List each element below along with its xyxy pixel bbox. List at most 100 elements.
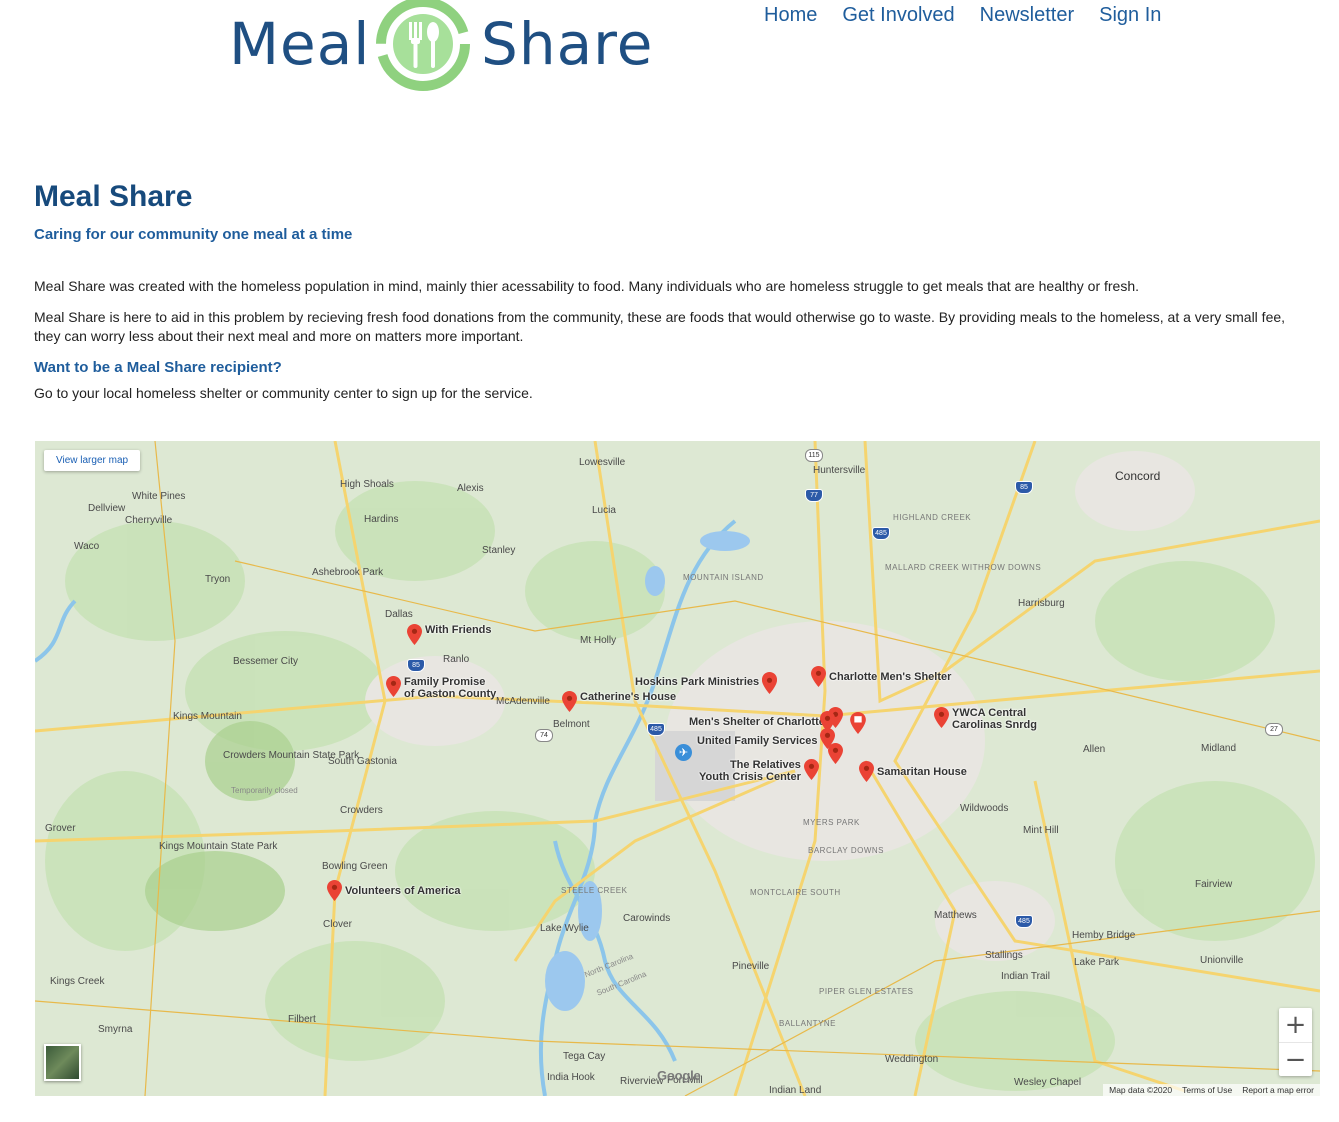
place-label: Mt Holly: [580, 635, 617, 646]
place-label: Matthews: [934, 910, 977, 921]
place-label: Tryon: [205, 574, 231, 585]
embedded-map[interactable]: Lowesville Huntersville Concord White Pi…: [35, 441, 1320, 1096]
nav-newsletter-link[interactable]: Newsletter: [980, 4, 1074, 27]
place-label: Lowesville: [579, 457, 626, 468]
interstate-485-shield-icon: 485: [647, 723, 665, 736]
place-label: Wildwoods: [960, 803, 1009, 814]
map-pin-icon[interactable]: [828, 743, 843, 764]
place-label: Smyrna: [98, 1024, 133, 1035]
map-pin-icon: [386, 676, 401, 697]
map-marker-hoskins-park[interactable]: Hoskins Park Ministries: [635, 672, 778, 693]
meal-share-logo[interactable]: Meal Share: [229, 0, 652, 96]
map-marker-ywca[interactable]: YWCA Central Carolinas Snrdg: [934, 707, 1037, 731]
place-label: Alexis: [457, 483, 484, 494]
place-label: Filbert: [288, 1014, 316, 1025]
zoom-out-button[interactable]: −: [1279, 1042, 1312, 1077]
place-label: Fairview: [1195, 879, 1233, 890]
place-label: Bessemer City: [233, 656, 299, 667]
place-label: Indian Land: [769, 1085, 822, 1096]
place-label: Carowinds: [623, 913, 671, 924]
interstate-485-shield-icon: 485: [1015, 915, 1033, 928]
museum-pin-icon[interactable]: [850, 712, 866, 734]
place-label: Hardins: [364, 514, 399, 525]
place-label: Belmont: [553, 719, 590, 730]
map-marker-label: Charlotte Men's Shelter: [829, 671, 952, 683]
place-label: Myers Park: [803, 818, 860, 827]
zoom-control: + −: [1279, 1008, 1312, 1076]
map-marker-label: With Friends: [425, 624, 492, 636]
map-marker-samaritan-house[interactable]: Samaritan House: [859, 761, 967, 782]
place-label: Mallard Creek Withrow Downs: [885, 563, 1042, 572]
map-marker-family-promise[interactable]: Family Promise of Gaston County: [386, 676, 496, 700]
intro-paragraph: Meal Share was created with the homeless…: [34, 278, 1140, 294]
map-pin-icon: [811, 666, 826, 687]
map-pin-icon: [934, 707, 949, 728]
map-marker-label: United Family Services: [697, 735, 818, 747]
place-label: Barclay Downs: [808, 846, 884, 855]
map-marker-the-relatives[interactable]: The Relatives Youth Crisis Center: [699, 759, 819, 783]
place-label: Highland Creek: [893, 513, 972, 522]
map-marker-label: Samaritan House: [877, 766, 967, 778]
place-label: McAdenville: [496, 696, 550, 707]
place-label: Indian Trail: [1001, 971, 1050, 982]
place-label: Unionville: [1200, 955, 1244, 966]
nav-sign-in-link[interactable]: Sign In: [1099, 4, 1161, 27]
route-shield-icon: 115: [805, 449, 823, 462]
place-label: Ballantyne: [779, 1019, 837, 1028]
map-marker-catherines-house[interactable]: Catherine's House: [562, 691, 676, 712]
report-map-error-link[interactable]: Report a map error: [1242, 1085, 1314, 1095]
place-label: Lucia: [592, 505, 616, 516]
map-marker-charlotte-mens-shelter[interactable]: Charlotte Men's Shelter: [811, 666, 951, 687]
fork-spoon-logo-icon: [376, 0, 470, 91]
map-pin-icon: [859, 761, 874, 782]
map-marker-label: YWCA Central Carolinas Snrdg: [952, 707, 1037, 731]
place-label: Dellview: [88, 503, 126, 514]
map-attribution: Map data ©2020 Terms of Use Report a map…: [1103, 1084, 1320, 1096]
place-label: White Pines: [132, 491, 186, 502]
page-title: Meal Share: [34, 180, 193, 213]
place-label: Clover: [323, 919, 352, 930]
place-label: Grover: [45, 823, 76, 834]
place-label: Cherryville: [125, 515, 173, 526]
interstate-85-shield-icon: 85: [407, 659, 425, 672]
place-label: Pineville: [732, 961, 770, 972]
nav-get-involved-link[interactable]: Get Involved: [842, 4, 954, 27]
place-label: Steele Creek: [561, 886, 628, 895]
place-label: India Hook: [547, 1072, 595, 1083]
place-label: Waco: [74, 541, 100, 552]
satellite-toggle-button[interactable]: [44, 1044, 81, 1081]
map-pin-icon: [327, 880, 342, 901]
zoom-in-button[interactable]: +: [1279, 1008, 1312, 1042]
google-logo: Google: [657, 1068, 701, 1083]
main-content: Meal Share Caring for our community one …: [34, 180, 1314, 401]
logo-word-share: Share: [481, 10, 654, 78]
map-pin-icon[interactable]: [820, 711, 835, 732]
view-larger-map-link[interactable]: View larger map: [44, 450, 141, 471]
place-label: Lake Wylie: [540, 923, 589, 934]
route-shield-icon: 27: [1265, 723, 1283, 736]
map-data-credit: Map data ©2020: [1109, 1085, 1173, 1095]
place-label: South Gastonia: [328, 756, 397, 767]
map-pin-icon[interactable]: [762, 673, 777, 694]
terms-of-use-link[interactable]: Terms of Use: [1182, 1085, 1232, 1095]
place-label: Kings Mountain: [173, 711, 242, 722]
recipient-heading: Want to be a Meal Share recipient?: [34, 359, 282, 376]
place-label: Montclaire South: [750, 888, 841, 897]
place-label: Mountain Island: [683, 573, 764, 582]
route-shield-icon: 74: [535, 729, 553, 742]
map-pin-icon: [803, 759, 819, 780]
logo-word-meal: Meal: [229, 10, 371, 78]
map-marker-label: The Relatives Youth Crisis Center: [699, 759, 801, 783]
map-marker-label: Hoskins Park Ministries: [635, 676, 760, 688]
place-label: Lake Park: [1074, 957, 1120, 968]
nav-home-link[interactable]: Home: [764, 4, 817, 27]
map-marker-united-family-services[interactable]: United Family Services: [697, 728, 836, 749]
map-marker-with-friends[interactable]: With Friends: [407, 624, 492, 645]
place-label: Hemby Bridge: [1072, 930, 1136, 941]
place-label: Wesley Chapel: [1014, 1077, 1082, 1088]
airport-icon[interactable]: ✈: [675, 744, 692, 761]
interstate-77-shield-icon: 77: [805, 489, 823, 502]
place-label: Piper Glen Estates: [819, 987, 914, 996]
map-marker-volunteers-of-america[interactable]: Volunteers of America: [327, 880, 461, 901]
place-label: Harrisburg: [1018, 598, 1065, 609]
